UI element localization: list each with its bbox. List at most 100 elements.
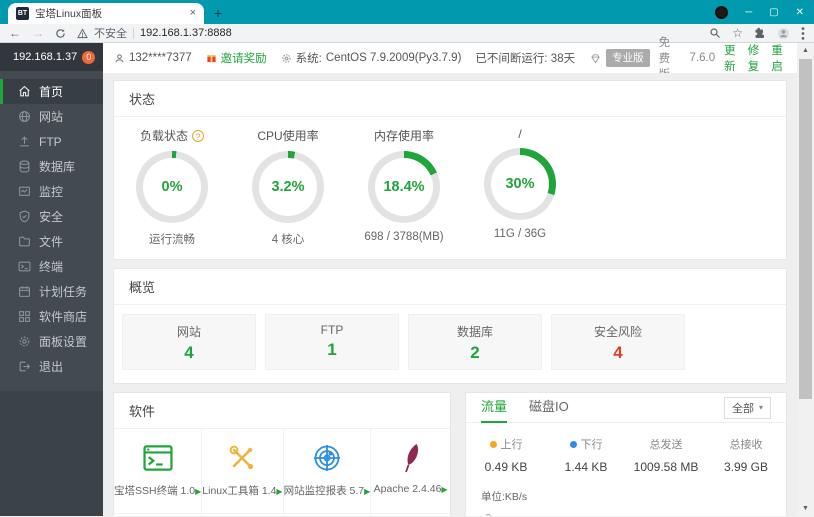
update-button[interactable]: 更新 [724, 42, 739, 74]
overview-label: 数据库 [456, 325, 493, 339]
account-item[interactable]: 132****7377 [114, 52, 192, 64]
server-ip-header[interactable]: 192.168.1.37 0 [0, 43, 103, 71]
page-scrollbar[interactable]: ▲ ▼ [797, 43, 814, 516]
sidebar-item-label: 文件 [39, 235, 64, 249]
software-item-linux-tools[interactable]: Linux工具箱 1.4▶ [202, 429, 284, 514]
tab-disk-io[interactable]: 磁盘IO [529, 393, 569, 423]
tab-traffic[interactable]: 流量 [481, 393, 508, 423]
traffic-filter-dropdown[interactable]: 全部 ▾ [723, 396, 771, 419]
sidebar-item-cron[interactable]: 计划任务 [0, 279, 103, 304]
sidebar-item-label: FTP [39, 134, 62, 149]
running-play-icon: ▶ [364, 487, 371, 496]
new-tab-button[interactable]: + [214, 5, 222, 21]
status-card: 状态 负载状态? 0% 运行流畅 CPU使用率 3.2% 4 核心 内存使用率 [113, 80, 787, 260]
site-monitor-radar-icon [313, 445, 340, 471]
diamond-icon [591, 53, 600, 63]
stat-value: 0.49 KB [484, 460, 528, 474]
forward-button[interactable]: → [32, 27, 44, 39]
software-name: 网站监控报表 [283, 485, 347, 497]
sidebar-item-label: 软件商店 [39, 310, 88, 324]
scrollbar-thumb[interactable] [799, 59, 812, 399]
gift-icon [207, 55, 216, 63]
browser-menu-icon[interactable] [801, 26, 805, 40]
sidebar-item-home[interactable]: 首页 [0, 79, 103, 104]
software-item-phpmyadmin[interactable] [284, 514, 372, 516]
restart-button[interactable]: 重启 [771, 42, 786, 74]
scroll-down-arrow[interactable]: ▼ [797, 501, 814, 516]
overview-box-database[interactable]: 数据库 2 [408, 314, 542, 370]
software-item-mysql[interactable] [114, 514, 203, 516]
monitor-chart-icon [19, 186, 30, 196]
gauge-percent: 18.4% [375, 158, 433, 216]
gauge-label: 698 / 3788(MB) [364, 231, 444, 243]
gauge-title: / [518, 127, 522, 141]
overview-box-ftp[interactable]: FTP 1 [265, 314, 399, 370]
sidebar-item-files[interactable]: 文件 [0, 229, 103, 254]
url-text[interactable]: 192.168.1.37:8888 [140, 27, 232, 39]
browser-profile-dot-icon[interactable] [715, 5, 729, 19]
filter-value: 全部 [731, 402, 754, 415]
chevron-down-icon: ▾ [758, 403, 763, 412]
user-icon [115, 53, 124, 62]
y-tick: 3 [472, 513, 496, 516]
software-item-pure-ftpd[interactable] [202, 514, 284, 516]
back-button[interactable]: ← [9, 27, 21, 39]
security-label[interactable]: 不安全 [94, 25, 127, 41]
running-play-icon: ▶ [195, 487, 202, 496]
pro-badge-label: 专业版 [606, 49, 650, 67]
overview-title: 概览 [114, 269, 786, 305]
overview-box-security-risk[interactable]: 安全风险 4 [551, 314, 685, 370]
overview-box-sites[interactable]: 网站 4 [122, 314, 256, 370]
pro-badge[interactable]: 专业版 [589, 49, 650, 67]
gauge-percent: 3.2% [259, 158, 317, 216]
tab-close-icon[interactable]: × [190, 8, 196, 19]
status-title: 状态 [114, 81, 786, 117]
account-number: 132****7377 [129, 52, 192, 64]
window-maximize-button[interactable]: ▢ [769, 7, 778, 18]
tab-title: 宝塔Linux面板 [35, 8, 103, 20]
sidebar-item-sites[interactable]: 网站 [0, 104, 103, 129]
version-number[interactable]: 7.6.0 [690, 52, 716, 64]
folder-icon [19, 236, 30, 247]
sidebar-item-label: 计划任务 [39, 285, 88, 299]
sidebar-item-ftp[interactable]: FTP [0, 129, 103, 154]
overview-card: 概览 网站 4 FTP 1 数据库 2 安全风险 4 [113, 268, 787, 384]
message-count-badge[interactable]: 0 [82, 50, 96, 64]
software-item-apache[interactable]: Apache 2.4.46▶ [371, 429, 450, 514]
software-item-bt-terminal[interactable]: 宝塔SSH终端 1.0▶ [114, 429, 203, 514]
software-name: Linux工具箱 [202, 485, 259, 497]
repair-button[interactable]: 修复 [748, 42, 763, 74]
gauge-title: 负载状态 [139, 129, 188, 143]
gauge-load[interactable]: 负载状态? 0% 运行流畅 [114, 127, 230, 247]
sidebar-item-label: 数据库 [39, 160, 76, 174]
sidebar-item-settings[interactable]: 面板设置 [0, 329, 103, 354]
server-ip: 192.168.1.37 [13, 51, 78, 63]
scroll-up-arrow[interactable]: ▲ [797, 43, 814, 58]
sidebar-item-terminal[interactable]: 终端 [0, 254, 103, 279]
software-item-site-monitor[interactable]: 网站监控报表 5.7▶ [283, 429, 372, 514]
gauge-disk-root[interactable]: / 30% 11G / 36G [462, 127, 578, 247]
reload-button[interactable] [55, 28, 66, 39]
sidebar-item-appstore[interactable]: 软件商店 [0, 304, 103, 329]
stat-label: 总发送 [649, 439, 683, 451]
sidebar-item-label: 首页 [39, 85, 64, 99]
window-close-button[interactable]: ✕ [796, 7, 804, 18]
traffic-card: 流量 磁盘IO 全部 ▾ 上行 0.49 KB 下行 1.44 KB 总发送 1… [465, 392, 787, 516]
gauge-memory[interactable]: 内存使用率 18.4% 698 / 3788(MB) [346, 127, 462, 247]
terminal-icon [18, 261, 31, 272]
sidebar-item-database[interactable]: 数据库 [0, 154, 103, 179]
sidebar-filler [0, 391, 103, 516]
help-icon[interactable]: ? [192, 129, 204, 142]
sidebar-item-label: 网站 [39, 110, 64, 124]
software-item-nodejs[interactable]: JS [371, 514, 450, 516]
sidebar-item-security[interactable]: 安全 [0, 204, 103, 229]
sidebar-item-monitor[interactable]: 监控 [0, 179, 103, 204]
browser-tab[interactable]: BT 宝塔Linux面板 × [8, 3, 204, 24]
sidebar-item-logout[interactable]: 退出 [0, 354, 103, 379]
window-minimize-button[interactable]: ─ [745, 7, 752, 18]
calendar-icon [19, 286, 30, 297]
stat-label: 上行 [500, 439, 523, 451]
shield-icon [19, 210, 30, 223]
gauge-cpu[interactable]: CPU使用率 3.2% 4 核心 [230, 127, 346, 247]
invite-item[interactable]: 邀请奖励 [206, 50, 267, 66]
